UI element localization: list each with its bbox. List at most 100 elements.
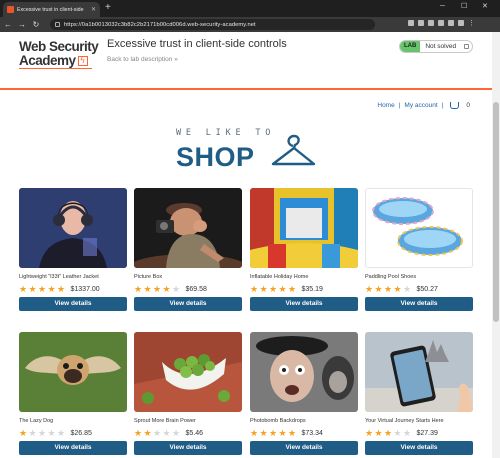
star-icon: ★ — [57, 428, 66, 438]
url-text: https://0a1b0013032c3b82c2b2171b00cd006d… — [64, 21, 256, 28]
minimize-icon[interactable]: ─ — [440, 2, 445, 11]
star-icon: ★ — [288, 428, 297, 438]
lab-badge: LAB — [400, 41, 421, 52]
reload-icon[interactable]: ↻ — [30, 20, 42, 30]
cart-icon[interactable] — [450, 102, 460, 109]
view-details-button[interactable]: View details — [250, 441, 358, 455]
share-icon[interactable] — [408, 20, 414, 26]
logo-line2: Academy — [19, 53, 76, 68]
back-to-lab-description-link[interactable]: Back to lab description » — [107, 56, 178, 63]
logo-underline — [19, 68, 92, 69]
star-icon: ★ — [374, 428, 383, 438]
product-name: Photobomb Backdrops — [250, 418, 306, 424]
star-icon: ★ — [393, 428, 402, 438]
menu-kebab-icon[interactable]: ⋮ — [468, 20, 475, 28]
product-name: Paddling Pool Shoes — [365, 274, 417, 280]
maximize-icon[interactable]: ☐ — [461, 2, 467, 11]
nav-separator: | — [398, 102, 401, 109]
product-image-leather-jacket[interactable] — [19, 188, 127, 268]
extensions-icon[interactable] — [428, 20, 434, 26]
product-image-inflatable-home[interactable] — [250, 188, 358, 268]
product-image-lazy-dog[interactable] — [19, 332, 127, 412]
my-account-link[interactable]: My account — [404, 102, 437, 109]
rating-stars: ★ ★ ★ ★ ★ — [250, 284, 298, 294]
home-link[interactable]: Home — [377, 102, 394, 109]
rating-stars: ★ ★ ★ ★ ★ — [365, 428, 413, 438]
rating-stars: ★ ★ ★ ★ ★ — [134, 428, 182, 438]
logo-line1: Web Security — [19, 39, 99, 54]
product-price: $1337.00 — [70, 285, 100, 293]
star-icon: ★ — [259, 428, 268, 438]
web-security-academy-logo[interactable]: Web Security Academy ϟ — [19, 39, 99, 69]
new-tab-icon[interactable]: + — [105, 3, 111, 13]
profile-icon[interactable] — [438, 20, 444, 26]
lightning-icon: ϟ — [77, 56, 88, 66]
product-card: Photobomb Backdrops ★ ★ ★ ★ ★ $73.34 View de… — [250, 332, 358, 455]
product-price: $5.46 — [185, 429, 204, 437]
star-icon: ★ — [143, 428, 152, 438]
product-image-photobomb[interactable] — [250, 332, 358, 412]
star-icon: ★ — [259, 284, 268, 294]
rating-stars: ★ ★ ★ ★ ★ — [19, 284, 67, 294]
star-icon: ★ — [172, 284, 181, 294]
view-details-button[interactable]: View details — [19, 441, 127, 455]
tab-title: Excessive trust in client-side — [17, 6, 84, 13]
star-icon: ★ — [393, 284, 402, 294]
star-icon: ★ — [278, 284, 287, 294]
bookmark-star-icon[interactable] — [418, 20, 424, 26]
page-scrollbar[interactable] — [492, 32, 500, 458]
product-card: Inflatable Holiday Home ★ ★ ★ ★ ★ $35.19 Vie… — [250, 188, 358, 311]
star-icon: ★ — [162, 428, 171, 438]
product-card: Sprout More Brain Power ★ ★ ★ ★ ★ $5.46 View… — [134, 332, 242, 455]
star-icon: ★ — [143, 284, 152, 294]
view-details-button[interactable]: View details — [19, 297, 127, 311]
view-details-button[interactable]: View details — [365, 441, 473, 455]
product-price: $26.85 — [70, 429, 92, 437]
product-name: Inflatable Holiday Home — [250, 274, 309, 280]
star-icon: ★ — [365, 428, 374, 438]
lab-title: Excessive trust in client-side controls — [107, 38, 287, 50]
star-icon: ★ — [384, 428, 393, 438]
product-name: Picture Box — [134, 274, 163, 280]
star-icon: ★ — [162, 284, 171, 294]
product-name: Sprout More Brain Power — [134, 418, 196, 424]
view-details-button[interactable]: View details — [365, 297, 473, 311]
product-price: $69.58 — [185, 285, 207, 293]
star-icon: ★ — [19, 428, 28, 438]
banner-tagline: WE LIKE TO — [176, 128, 276, 138]
star-icon: ★ — [38, 284, 47, 294]
back-link-label: Back to lab description — [107, 56, 173, 63]
scrollbar-thumb[interactable] — [493, 102, 499, 322]
product-name: Your Virtual Journey Starts Here — [365, 418, 444, 424]
star-icon: ★ — [38, 428, 47, 438]
view-details-button[interactable]: View details — [250, 297, 358, 311]
window-close-icon[interactable]: ✕ — [482, 2, 488, 11]
status-flask-icon — [461, 41, 472, 52]
product-name: The Lazy Dog — [19, 418, 54, 424]
product-card: Lightweight "l33t" Leather Jacket ★ ★ ★ ★ ★ … — [19, 188, 127, 311]
back-icon[interactable]: ← — [2, 20, 14, 30]
star-icon: ★ — [172, 428, 181, 438]
account-icon[interactable] — [458, 20, 464, 26]
product-price: $50.27 — [416, 285, 438, 293]
star-icon: ★ — [57, 284, 66, 294]
close-tab-icon[interactable]: ✕ — [91, 7, 96, 13]
shop-banner: WE LIKE TO SHOP — [176, 128, 326, 188]
product-image-sprouts[interactable] — [134, 332, 242, 412]
star-icon: ★ — [269, 428, 278, 438]
forward-icon[interactable]: → — [16, 20, 28, 30]
product-image-virtual-journey[interactable] — [365, 332, 473, 412]
view-details-button[interactable]: View details — [134, 441, 242, 455]
star-icon: ★ — [47, 428, 56, 438]
product-image-paddling-pool-shoes[interactable] — [365, 188, 473, 268]
product-image-picture-box[interactable] — [134, 188, 242, 268]
address-bar[interactable]: https://0a1b0013032c3b82c2b2171b00cd006d… — [50, 19, 375, 30]
rating-stars: ★ ★ ★ ★ ★ — [365, 284, 413, 294]
product-card: The Lazy Dog ★ ★ ★ ★ ★ $26.85 View details — [19, 332, 127, 455]
browser-tab[interactable]: Excessive trust in client-side ✕ — [3, 2, 100, 17]
lab-status-text: Not solved — [425, 43, 457, 50]
site-info-icon[interactable] — [55, 22, 60, 27]
top-navigation: Home | My account | 0 — [377, 102, 470, 109]
side-panel-icon[interactable] — [448, 20, 454, 26]
view-details-button[interactable]: View details — [134, 297, 242, 311]
